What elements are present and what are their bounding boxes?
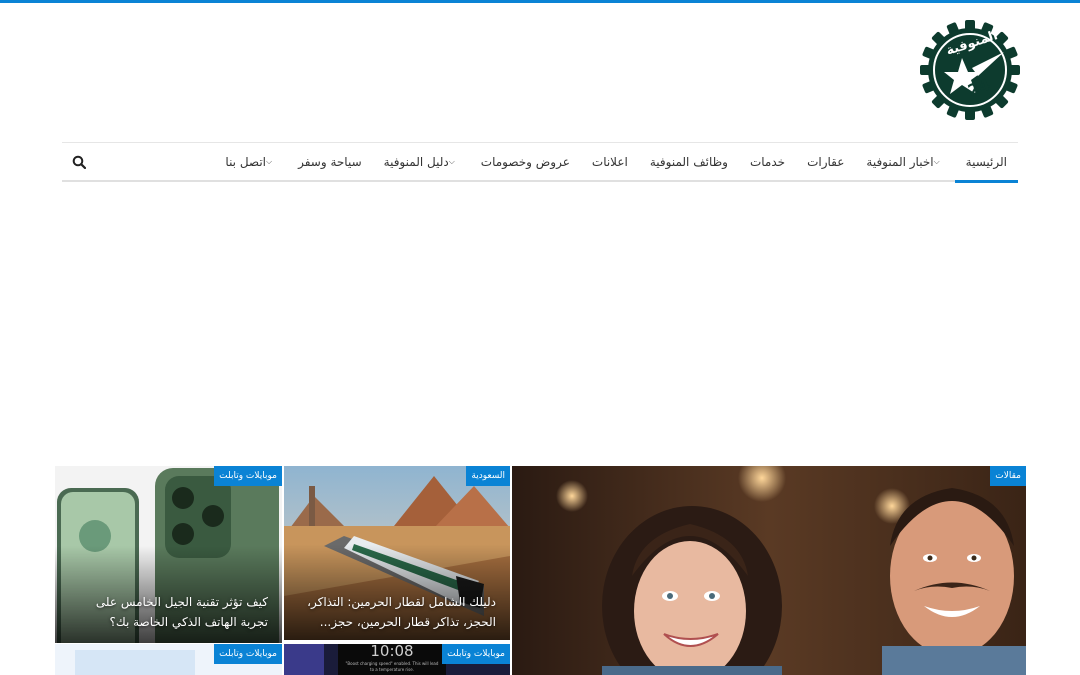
nav-item-travel[interactable]: سياحة وسفر	[287, 143, 373, 181]
featured-post-tile[interactable]: مقالات	[512, 466, 1026, 675]
nav-item-label: عروض وخصومات	[480, 155, 570, 169]
post-tile-mobile[interactable]: موبايلات وتابلت	[55, 644, 282, 675]
nav-item-label: اخبار المنوفية	[866, 155, 934, 169]
chevron-down-icon: ⌵	[266, 157, 273, 166]
nav-item-menoufia-news[interactable]: اخبار المنوفية ⌵	[855, 143, 954, 181]
nav-item-label: دليل المنوفية	[383, 155, 449, 169]
nav-item-label: سياحة وسفر	[298, 155, 362, 169]
post-title[interactable]: دليلك الشامل لقطار الحرمين: التذاكر، الح…	[298, 592, 496, 632]
top-accent-line	[0, 0, 1080, 3]
category-badge[interactable]: مقالات	[990, 466, 1026, 486]
phone-screen-notice: "Boost charging speed" enabled. This wil…	[345, 661, 439, 672]
site-logo[interactable]: المنوفية 24	[918, 18, 1022, 122]
nav-item-jobs[interactable]: وظائف المنوفية	[639, 143, 739, 181]
category-badge[interactable]: السعودية	[466, 466, 510, 486]
featured-posts-grid: مقالات السعودية دليلك الشامل لقطار الحرم…	[54, 466, 1026, 675]
nav-item-ads[interactable]: اعلانات	[581, 143, 639, 181]
nav-item-real-estate[interactable]: عقارات	[796, 143, 855, 181]
chevron-down-icon: ⌵	[448, 157, 455, 166]
chevron-down-icon: ⌵	[933, 157, 940, 166]
main-navigation: الرئيسية اخبار المنوفية ⌵ عقارات خدمات وظ…	[62, 142, 1019, 183]
nav-item-label: اعلانات	[591, 155, 628, 169]
phone-screen-time: 10:08	[370, 644, 414, 660]
nav-item-services[interactable]: خدمات	[739, 143, 796, 181]
category-badge[interactable]: موبايلات وتابلت	[442, 644, 510, 664]
post-tile-haramain-train[interactable]: السعودية دليلك الشامل لقطار الحرمين: الت…	[284, 466, 510, 640]
nav-item-home[interactable]: الرئيسية	[954, 143, 1019, 183]
post-title[interactable]: كيف تؤثر تقنية الجيل الخامس على تجربة ال…	[69, 592, 268, 632]
nav-item-offers[interactable]: عروض وخصومات	[470, 143, 581, 181]
featured-post-image	[512, 466, 1026, 675]
nav-item-guide[interactable]: دليل المنوفية ⌵	[373, 143, 470, 181]
nav-item-label: خدمات	[749, 155, 786, 169]
nav-item-label: الرئيسية	[965, 155, 1007, 169]
category-badge[interactable]: موبايلات وتابلت	[214, 466, 282, 486]
search-button[interactable]	[72, 154, 88, 170]
post-tile-charging[interactable]: 10:08 "Boost charging speed" enabled. Th…	[284, 644, 510, 675]
nav-item-label: وظائف المنوفية	[649, 155, 728, 169]
logo-gear-icon	[920, 20, 1020, 120]
search-icon	[72, 155, 87, 170]
nav-item-label: اتصل بنا	[225, 155, 267, 169]
category-badge[interactable]: موبايلات وتابلت	[214, 644, 282, 664]
nav-item-label: عقارات	[807, 155, 845, 169]
post-tile-5g-phone[interactable]: موبايلات وتابلت كيف تؤثر تقنية الجيل الخ…	[55, 466, 282, 643]
nav-item-contact[interactable]: اتصل بنا ⌵	[214, 143, 287, 181]
